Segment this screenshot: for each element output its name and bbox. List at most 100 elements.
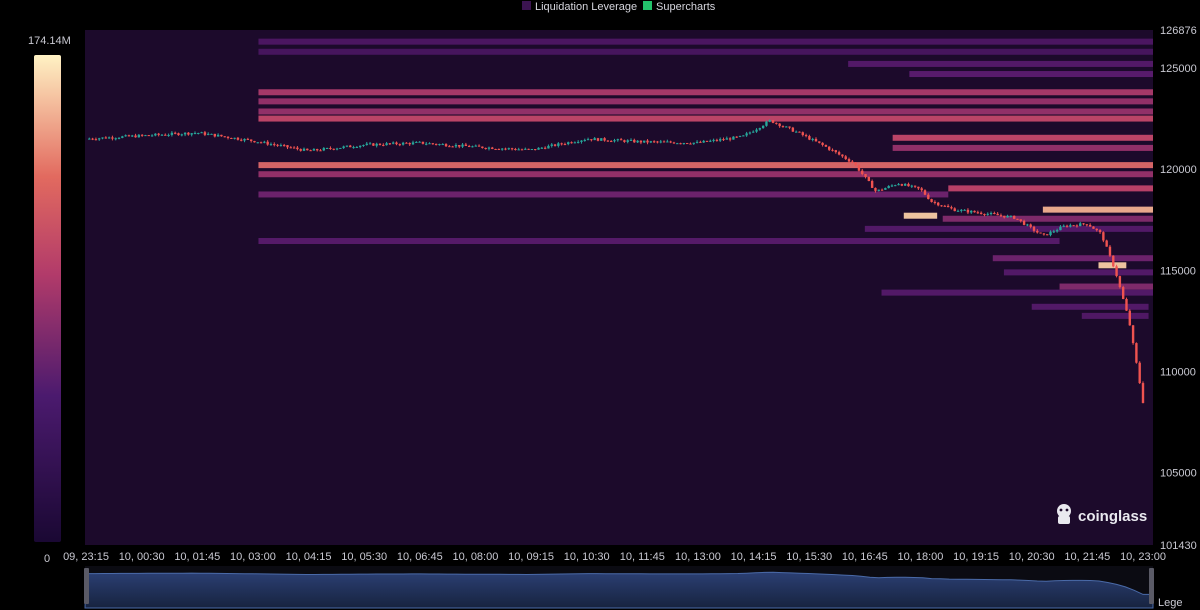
candle-body — [375, 143, 378, 146]
navigator-right-handle[interactable] — [1149, 568, 1154, 604]
candle-body — [1085, 224, 1089, 226]
candle-body — [296, 147, 299, 150]
candle-body — [385, 143, 388, 146]
candle-body — [144, 135, 147, 137]
y-tick-label: 126876 — [1160, 25, 1197, 37]
candle-body — [629, 139, 633, 141]
candle-body — [828, 146, 831, 150]
x-tick-label: 10, 19:15 — [953, 551, 999, 563]
candle-body — [778, 123, 781, 127]
candle-body — [464, 144, 468, 147]
candle-body — [553, 144, 557, 146]
candle-body — [1006, 215, 1009, 218]
legend-label-supercharts[interactable]: Supercharts — [656, 1, 716, 13]
candle-body — [454, 145, 458, 147]
candle-body — [989, 213, 993, 215]
candle-body — [292, 147, 296, 149]
liquidation-band — [892, 144, 1153, 151]
candle-body — [794, 131, 798, 133]
liquidation-band — [1003, 269, 1153, 276]
candle-body — [282, 145, 286, 147]
x-tick-label: 10, 13:00 — [675, 551, 721, 563]
candle-body — [831, 149, 834, 151]
candle-body — [220, 134, 223, 137]
candle-body — [477, 145, 481, 147]
candle-body — [530, 149, 534, 151]
candle-body — [322, 148, 326, 151]
candle-body — [200, 132, 203, 134]
candle-body — [745, 133, 748, 136]
candle-body — [788, 126, 791, 128]
candle-body — [755, 129, 758, 132]
candle-body — [1072, 225, 1075, 227]
candle-body — [970, 210, 973, 213]
candle-body — [910, 185, 913, 187]
candle-body — [785, 126, 788, 128]
time-navigator[interactable]: Lege — [84, 566, 1182, 609]
candle-body — [253, 140, 256, 143]
y-axis: 1014301050001100001150001200001250001268… — [1160, 25, 1197, 552]
candle-body — [722, 139, 725, 141]
candle-body — [742, 135, 745, 137]
candle-body — [150, 135, 154, 137]
candle-body — [867, 176, 871, 182]
candle-body — [537, 147, 540, 150]
candle-body — [1088, 224, 1092, 227]
candle-body — [507, 148, 510, 150]
plot-background — [85, 30, 1153, 545]
candle-body — [147, 135, 150, 137]
candle-body — [117, 137, 121, 139]
candle-body — [837, 152, 841, 155]
candle-body — [583, 139, 586, 141]
liquidation-band — [881, 289, 1153, 296]
candle-body — [1121, 287, 1125, 299]
candle-body — [725, 138, 729, 140]
legend-swatch-supercharts[interactable] — [643, 1, 652, 10]
candle-body — [719, 139, 722, 141]
candle-body — [180, 134, 183, 136]
candle-body — [263, 141, 266, 143]
candle-body — [702, 140, 705, 143]
x-tick-label: 10, 01:45 — [174, 551, 220, 563]
candle-body — [1131, 325, 1135, 344]
candle-body — [986, 213, 989, 215]
candle-body — [609, 141, 613, 143]
candle-body — [732, 136, 735, 140]
candle-body — [963, 209, 966, 211]
candle-body — [316, 149, 319, 151]
candle-body — [887, 186, 890, 189]
candle-body — [547, 145, 550, 149]
candle-body — [1016, 218, 1019, 220]
candle-body — [243, 138, 246, 141]
candle-body — [358, 145, 362, 148]
candle-body — [438, 144, 441, 146]
candle-body — [890, 185, 894, 187]
candle-body — [527, 148, 530, 150]
candle-body — [388, 143, 392, 145]
candle-body — [765, 121, 768, 126]
candle-body — [372, 143, 375, 146]
candle-body — [98, 138, 101, 140]
candle-body — [927, 194, 930, 200]
candle-body — [441, 144, 444, 146]
legend-label-liquidation-leverage[interactable]: Liquidation Leverage — [535, 1, 637, 13]
legend: Liquidation Leverage Supercharts — [522, 1, 716, 13]
candle-body — [877, 189, 880, 191]
candle-body — [273, 144, 276, 146]
candle-body — [1026, 224, 1029, 226]
candle-body — [448, 146, 451, 148]
candle-body — [355, 147, 359, 149]
candle-body — [705, 140, 709, 142]
candle-body — [976, 212, 980, 214]
candle-body — [197, 132, 200, 134]
navigator-left-handle[interactable] — [84, 568, 89, 604]
candle-body — [349, 145, 352, 148]
candle-body — [682, 143, 686, 145]
candle-body — [1125, 298, 1128, 311]
candle-body — [1049, 231, 1052, 236]
candle-body — [874, 187, 877, 191]
candle-body — [791, 127, 795, 132]
candle-body — [421, 141, 425, 144]
candle-body — [1065, 225, 1069, 227]
legend-swatch-liquidation-leverage[interactable] — [522, 1, 531, 10]
